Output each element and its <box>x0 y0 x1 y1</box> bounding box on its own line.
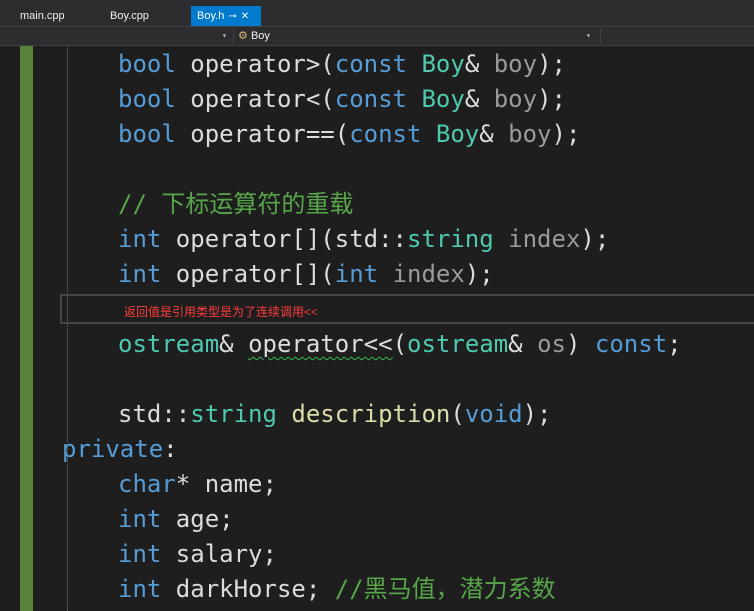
chevron-down-icon[interactable]: ▾ <box>222 27 227 45</box>
class-icon: ⚙ <box>238 30 248 42</box>
code-line: std::string description(void); <box>118 400 552 428</box>
chevron-down-icon[interactable]: ▾ <box>586 27 591 45</box>
project-dropdown[interactable] <box>0 28 230 44</box>
code-line: int darkHorse; //黑马值，潜力系数 <box>118 575 556 603</box>
member-dropdown[interactable] <box>600 28 754 44</box>
code-editor[interactable]: bool operator>(const Boy& boy); bool ope… <box>0 46 754 611</box>
tab-label: main.cpp <box>20 10 65 22</box>
tab-label: Boy.h <box>197 10 225 22</box>
code-line: bool operator>(const Boy& boy); <box>118 50 566 78</box>
tab-boy-cpp[interactable]: Boy.cpp <box>104 6 155 26</box>
close-icon[interactable]: ✕ <box>241 7 249 27</box>
pin-icon[interactable]: ⊸ <box>228 7 236 27</box>
code-line: bool operator==(const Boy& boy); <box>118 120 581 148</box>
code-line: private: <box>62 435 178 463</box>
code-comment: // 下标运算符的重载 <box>118 190 354 218</box>
change-indicator-bar <box>20 46 33 611</box>
code-line: char* name; <box>118 470 277 498</box>
navigation-bar: ▾ ⚙ Boy ▾ <box>0 26 754 46</box>
code-line: int salary; <box>118 540 277 568</box>
tab-bar: main.cpp Boy.cpp Boy.h ⊸ ✕ <box>0 0 754 26</box>
code-line: int operator[](int index); <box>118 260 494 288</box>
indent-guide <box>67 46 68 611</box>
code-line: int age; <box>118 505 234 533</box>
code-line: ostream& operator<<(ostream& os) const; <box>118 330 682 358</box>
code-line: bool operator<(const Boy& boy); <box>118 85 566 113</box>
inline-hint-text: 返回值是引用类型是为了连续调用<< <box>124 305 319 319</box>
code-line: int operator[](std::string index); <box>118 225 610 253</box>
scope-label: Boy <box>250 30 270 42</box>
tab-main-cpp[interactable]: main.cpp <box>14 6 71 26</box>
tab-label: Boy.cpp <box>110 10 149 22</box>
scope-dropdown[interactable]: ⚙ Boy <box>233 28 595 44</box>
squiggle-warning: operator<< <box>248 330 393 358</box>
tab-boy-h[interactable]: Boy.h ⊸ ✕ <box>191 6 261 26</box>
